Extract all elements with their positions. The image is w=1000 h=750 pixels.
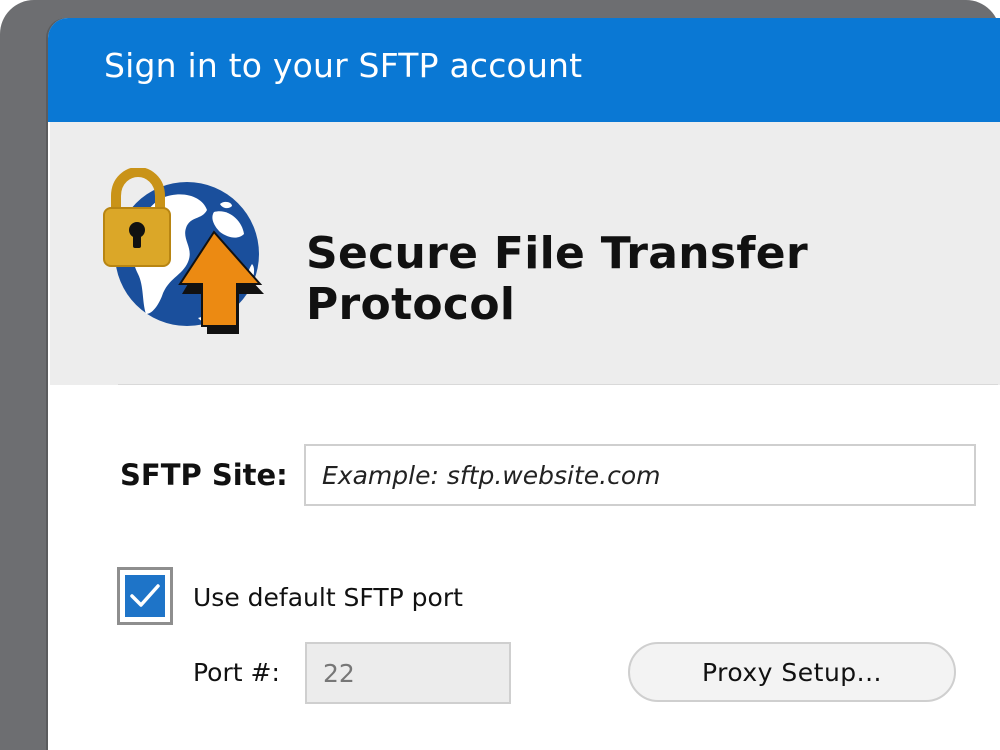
use-default-port-label[interactable]: Use default SFTP port — [193, 583, 463, 612]
banner-heading: Secure File Transfer Protocol — [306, 228, 808, 330]
padlock-icon — [103, 168, 171, 267]
port-input[interactable] — [305, 642, 511, 704]
checkbox-checked-fill — [125, 575, 165, 617]
use-default-port-checkbox[interactable] — [117, 567, 173, 625]
checkmark-icon — [130, 584, 160, 607]
banner-divider — [118, 384, 998, 385]
proxy-setup-button[interactable]: Proxy Setup... — [628, 642, 956, 702]
lock-globe-upload-icon — [103, 168, 264, 334]
sftp-login-dialog: Sign in to your SFTP account Secure File… — [48, 18, 1000, 750]
sftp-site-label: SFTP Site: — [120, 458, 288, 492]
port-label: Port #: — [193, 658, 280, 687]
window-title: Sign in to your SFTP account — [104, 46, 583, 85]
sftp-site-input[interactable] — [304, 444, 976, 506]
title-bar: Sign in to your SFTP account — [48, 18, 1000, 122]
